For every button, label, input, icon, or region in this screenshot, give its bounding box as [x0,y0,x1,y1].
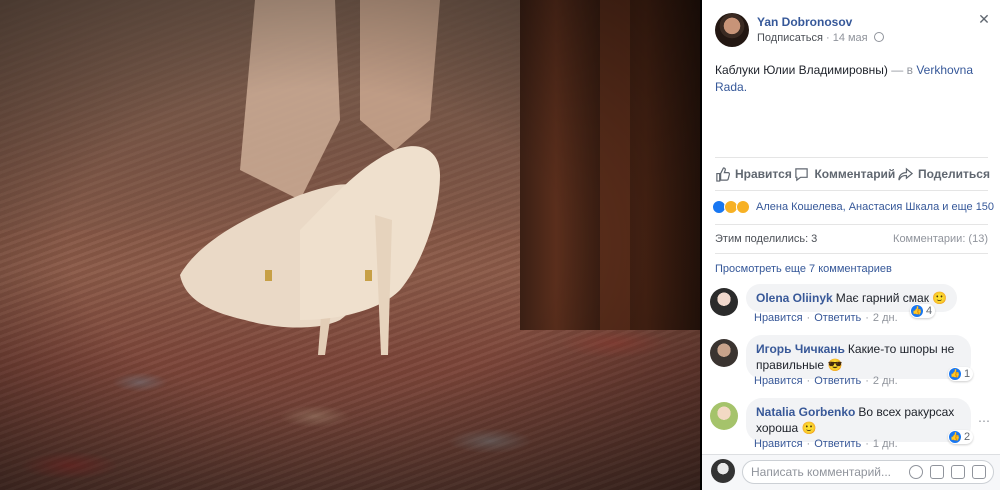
comment-button[interactable]: Комментарий [794,162,895,186]
comment-actions: Нравится · Ответить · 1 дн. [754,438,898,450]
post-header: Yan Dobronosov Подписаться · 14 мая ✕ [715,12,990,49]
sticker-icon[interactable] [972,465,986,479]
comment-label: Комментарий [814,167,896,181]
commenter-avatar[interactable] [710,402,738,430]
divider [715,157,988,158]
comment-actions: Нравится · Ответить · 2 дн. [754,375,898,387]
like-button[interactable]: Нравится [715,162,792,186]
share-icon [898,167,913,180]
wow-reaction-icon [736,200,750,214]
divider [715,224,988,225]
post-stats: Этим поделились: 3 Комментарии: (13) [715,233,988,245]
comment-icon [795,167,809,181]
commenter-name[interactable]: Natalia Gorbenko [756,405,855,419]
post-photo[interactable] [0,0,700,490]
comment-time[interactable]: 1 дн. [873,438,898,450]
share-label: Поделиться [917,167,990,181]
commenter-avatar[interactable] [710,339,738,367]
comment-text: Має гарний смак 🙂 [835,291,948,305]
photo-vignette [0,0,700,490]
camera-icon[interactable] [930,465,944,479]
comment-likes-count: 1 [964,368,971,380]
comment-composer: Написать комментарий... [702,454,1000,490]
reactions-summary[interactable]: Алена Кошелева, Анастасия Шкала и еще 15… [712,199,994,215]
meta-separator: · [825,32,830,44]
comment-likes[interactable]: 👍 1 [948,367,974,381]
post-text-dash: — в [887,63,917,77]
comment-bubble: Игорь Чичкань Какие-то шпоры не правильны… [746,335,971,379]
post-text: Каблуки Юлии Владимировны) — в Verkhovna… [715,62,985,96]
post-actions: Нравится Комментарий Поделиться [715,162,990,186]
commenter-name[interactable]: Игорь Чичкань [756,342,845,356]
current-user-avatar[interactable] [711,459,735,483]
thumbs-up-icon [716,166,730,182]
thumbs-up-icon: 👍 [949,368,961,380]
emoji-icon[interactable] [909,465,923,479]
thumbs-up-icon: 👍 [911,305,923,317]
post-meta: Подписаться · 14 мая [757,32,884,44]
divider [715,190,988,191]
comment-reply-link[interactable]: Ответить [814,438,861,450]
author-name[interactable]: Yan Dobronosov [757,15,852,29]
comment-likes[interactable]: 👍 4 [910,304,936,318]
view-more-comments-link[interactable]: Просмотреть еще 7 комментариев [715,263,892,275]
subscribe-link[interactable]: Подписаться [757,32,823,44]
more-options-icon[interactable]: ⋯ [978,414,990,428]
divider [715,253,988,254]
post-sidebar: Yan Dobronosov Подписаться · 14 мая ✕ Ка… [702,0,1000,490]
comment-likes-count: 2 [964,431,971,443]
comments-count[interactable]: Комментарии: (13) [893,233,988,245]
commenter-avatar[interactable] [710,288,738,316]
share-button[interactable]: Поделиться [898,162,990,186]
post-text-end: . [743,80,748,94]
comment-reply-link[interactable]: Ответить [814,375,861,387]
comment-likes[interactable]: 👍 2 [948,430,974,444]
comment-bubble: Natalia Gorbenko Во всех ракурсах хороша … [746,398,971,442]
author-avatar[interactable] [715,13,749,47]
comment-likes-count: 4 [926,305,933,317]
comment-time[interactable]: 2 дн. [873,312,898,324]
comment-time[interactable]: 2 дн. [873,375,898,387]
thumbs-up-icon: 👍 [949,431,961,443]
post-text-main: Каблуки Юлии Владимировны) [715,63,888,77]
gif-icon[interactable] [951,465,965,479]
commenter-name[interactable]: Olena Oliinyk [756,291,833,305]
shares-count[interactable]: Этим поделились: 3 [715,233,817,245]
composer-icons [909,465,986,479]
comment-reply-link[interactable]: Ответить [814,312,861,324]
reaction-names[interactable]: Алена Кошелева, Анастасия Шкала и еще 15… [756,201,994,213]
comment-like-link[interactable]: Нравится [754,375,803,387]
comment-actions: Нравится · Ответить · 2 дн. [754,312,898,324]
comment-like-link[interactable]: Нравится [754,312,803,324]
comment-like-link[interactable]: Нравится [754,438,803,450]
close-icon[interactable]: ✕ [978,12,990,26]
globe-icon [873,32,884,42]
like-label: Нравится [735,167,792,181]
post-date[interactable]: 14 мая [833,32,868,44]
